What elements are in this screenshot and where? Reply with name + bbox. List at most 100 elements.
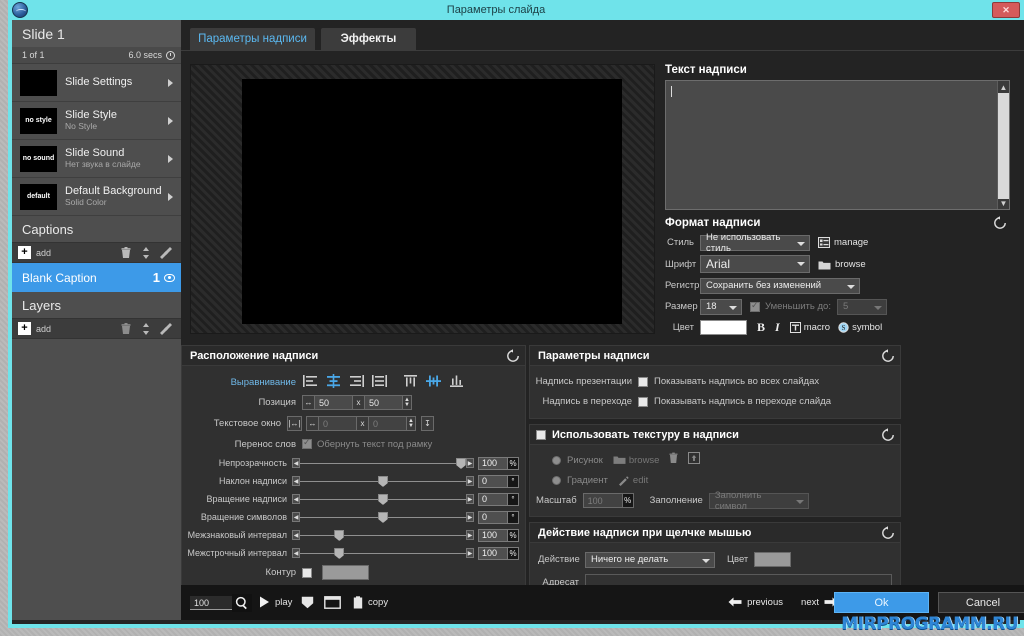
texture-checkbox[interactable] [536,429,546,440]
preview-stage[interactable] [242,79,622,324]
position-y-input[interactable]: 50 [365,395,403,410]
copy-button[interactable]: copy [353,596,388,609]
caption-text-input[interactable]: ▲ ▼ [665,80,1010,210]
textwindow-height-icon[interactable]: ↧ [421,416,434,431]
ok-button[interactable]: Ok [834,592,929,613]
reorder-layer-icon[interactable] [139,322,153,336]
action-color-swatch[interactable] [754,552,792,567]
slider-track[interactable] [300,476,466,487]
wrap-checkbox[interactable] [302,437,312,449]
textarea-scrollbar[interactable]: ▲ ▼ [997,81,1009,209]
tab-caption-options[interactable]: Параметры надписи [190,28,315,50]
texture-reset-icon[interactable] [881,428,894,441]
add-layer-button[interactable]: + [18,322,31,335]
font-color-swatch[interactable] [700,320,747,335]
delete-layer-icon[interactable] [119,322,133,336]
texture-export-icon[interactable] [688,451,701,469]
align-middle-icon[interactable] [425,374,442,390]
scroll-up-icon[interactable]: ▲ [998,81,1009,93]
textwindow-y-input[interactable]: 0 [369,416,407,431]
slider-thumb[interactable] [378,476,388,487]
slider-decrease-button[interactable]: ◀ [292,512,300,522]
slider-track[interactable] [300,458,466,469]
manage-styles-button[interactable]: manage [818,237,868,248]
outline-checkbox[interactable] [302,567,312,578]
browse-font-button[interactable]: browse [818,259,866,270]
slider-track[interactable] [300,548,466,559]
textwindow-x-input[interactable]: 0 [319,416,357,431]
sidebar-item-slide-settings[interactable]: Slide Settings [12,64,181,102]
picture-radio[interactable] [552,455,561,465]
next-button[interactable]: next [801,596,838,608]
close-button[interactable]: ✕ [992,2,1020,18]
slider-increase-button[interactable]: ▶ [466,530,474,540]
sidebar-item-slide-style[interactable]: no style Slide Style No Style [12,102,181,140]
scale-input[interactable]: 100 [582,493,623,508]
textwindow-spinner[interactable]: ▲ ▼ [407,416,416,431]
visibility-eye-icon[interactable] [164,273,175,282]
shield-icon[interactable] [301,596,314,609]
caption-params-reset-icon[interactable] [881,349,894,362]
reorder-caption-icon[interactable] [139,246,153,260]
align-top-icon[interactable] [402,374,419,390]
previous-button[interactable]: previous [728,596,783,608]
cancel-button[interactable]: Cancel [938,592,1024,613]
slider-value[interactable]: 0 [478,510,508,524]
slider-value[interactable]: 100 [478,528,508,542]
align-left-icon[interactable] [302,374,319,390]
outline-color-swatch[interactable] [322,565,369,580]
slider-thumb[interactable] [378,494,388,505]
layer-tools-icon[interactable] [159,322,173,336]
add-caption-button[interactable]: + [18,246,31,259]
slider-decrease-button[interactable]: ◀ [292,458,300,468]
position-y-spinner[interactable]: ▲ ▼ [403,395,412,410]
size-select[interactable]: 18 [700,298,742,315]
click-action-reset-icon[interactable] [881,526,894,539]
italic-button[interactable]: I [775,320,780,335]
transition-caption-checkbox[interactable] [638,396,648,407]
fill-select[interactable]: Заполнить символ [708,490,809,512]
slider-value[interactable]: 0 [478,492,508,506]
slider-increase-button[interactable]: ▶ [466,494,474,504]
gradient-edit-button[interactable]: edit [618,475,648,486]
format-reset-icon[interactable] [993,216,1006,229]
macro-button[interactable]: macro [789,322,830,333]
slider-thumb[interactable] [378,512,388,523]
texture-browse-button[interactable]: browse [613,455,659,466]
layout-reset-icon[interactable] [506,349,519,362]
slider-increase-button[interactable]: ▶ [466,512,474,522]
play-button[interactable]: play [259,596,292,608]
presentation-caption-checkbox[interactable] [638,376,648,387]
slider-increase-button[interactable]: ▶ [466,548,474,558]
slide-preview[interactable] [190,64,655,334]
align-justify-icon[interactable] [371,374,388,390]
caption-tools-icon[interactable] [159,246,173,260]
shrink-select[interactable]: 5 [836,298,887,315]
slider-decrease-button[interactable]: ◀ [292,476,300,486]
slider-increase-button[interactable]: ▶ [466,458,474,468]
align-right-icon[interactable] [348,374,365,390]
slider-thumb[interactable] [456,458,466,469]
slider-increase-button[interactable]: ▶ [466,476,474,486]
action-select[interactable]: Ничего не делать [585,551,715,568]
slider-track[interactable] [300,494,466,505]
shrink-checkbox[interactable] [750,300,760,312]
slider-value[interactable]: 0 [478,474,508,488]
align-bottom-icon[interactable] [448,374,465,390]
align-center-icon[interactable] [325,374,342,390]
window-icon[interactable] [324,596,341,609]
gradient-radio[interactable] [552,475,561,485]
bold-button[interactable]: B [757,320,765,335]
scrollbar-thumb[interactable] [998,93,1009,199]
position-x-input[interactable]: 50 [315,395,353,410]
slider-value[interactable]: 100 [478,546,508,560]
font-select[interactable]: Arial [700,255,810,273]
texture-delete-icon[interactable] [668,451,679,469]
magnifier-icon[interactable] [232,594,252,612]
textwindow-width-icon[interactable]: |↔| [287,416,302,431]
sidebar-item-slide-sound[interactable]: no sound Slide Sound Нет звука в слайде [12,140,181,178]
zoom-input[interactable]: 100 [190,596,232,610]
symbol-button[interactable]: S symbol [838,322,882,333]
delete-caption-icon[interactable] [119,246,133,260]
slider-track[interactable] [300,530,466,541]
